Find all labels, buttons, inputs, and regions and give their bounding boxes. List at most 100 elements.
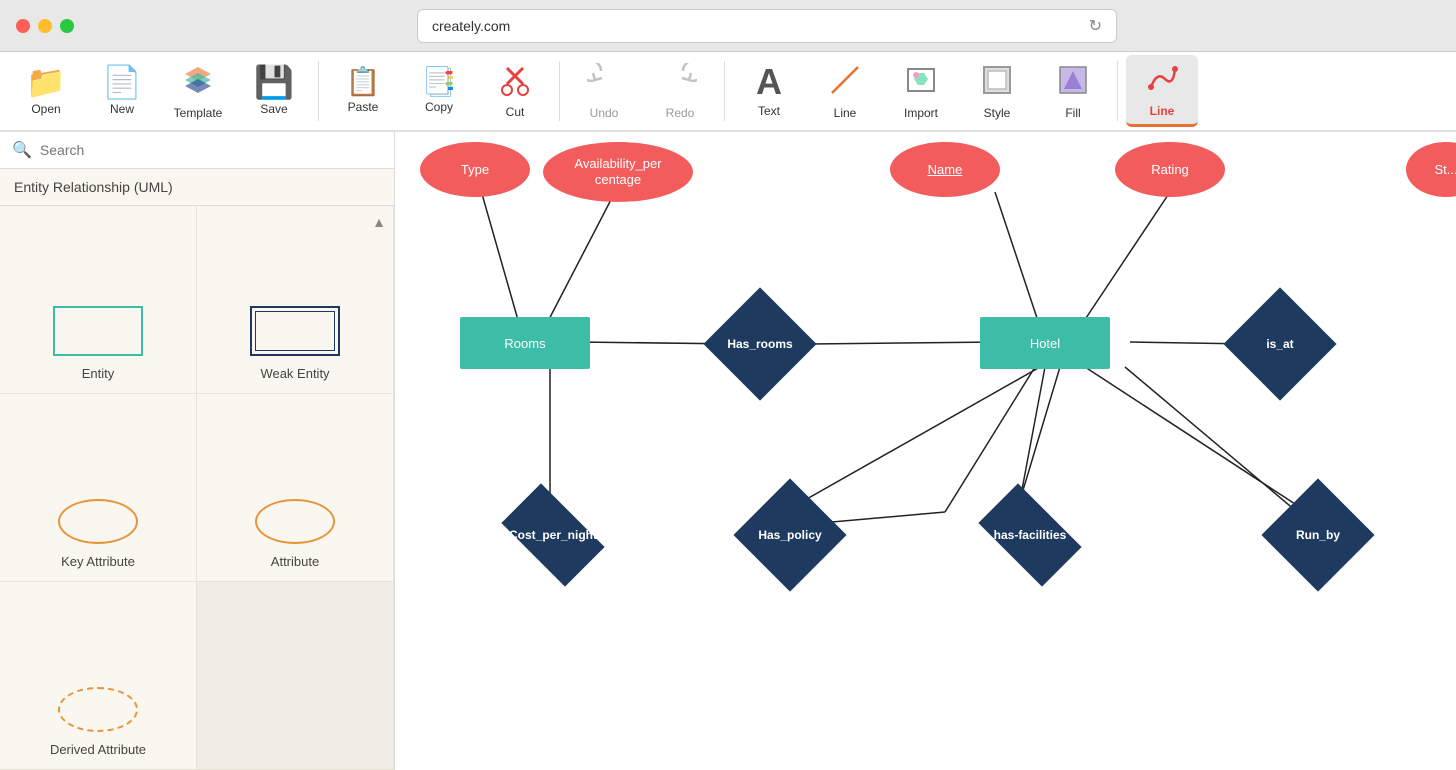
avail-node-label: Availability_percentage — [574, 156, 661, 187]
divider-2 — [559, 61, 560, 121]
window-controls — [16, 19, 74, 33]
new-button[interactable]: 📄 New — [86, 55, 158, 127]
derived-attribute-label: Derived Attribute — [50, 742, 146, 757]
line-button[interactable]: Line — [809, 55, 881, 127]
is-at-node[interactable]: is_at — [1215, 299, 1345, 389]
derived-attribute-shape[interactable]: Derived Attribute — [0, 582, 197, 770]
weak-entity-shape-icon — [250, 306, 340, 356]
text-label: Text — [758, 104, 780, 118]
text-button[interactable]: A Text — [733, 55, 805, 127]
copy-icon: 📑 — [422, 68, 457, 96]
rooms-node[interactable]: Rooms — [460, 317, 590, 369]
undo-label: Undo — [590, 106, 619, 120]
run-by-node[interactable]: Run_by — [1258, 490, 1378, 580]
style-button[interactable]: Style — [961, 55, 1033, 127]
cut-icon — [499, 64, 531, 101]
fill-button[interactable]: Fill — [1037, 55, 1109, 127]
is-at-label: is_at — [1266, 337, 1293, 351]
style-icon — [980, 63, 1014, 102]
rating-node[interactable]: Rating — [1115, 142, 1225, 197]
divider-3 — [724, 61, 725, 121]
maximize-button[interactable] — [60, 19, 74, 33]
line2-icon — [1145, 61, 1179, 100]
save-icon: 💾 — [254, 66, 294, 98]
line-label: Line — [834, 106, 857, 120]
undo-icon — [587, 63, 621, 102]
new-icon: 📄 — [102, 66, 142, 98]
search-icon: 🔍 — [12, 140, 32, 160]
has-rooms-label: Has_rooms — [727, 337, 792, 351]
template-icon — [181, 63, 215, 102]
has-fac-node[interactable]: has-facilities — [955, 490, 1105, 580]
attribute-shape[interactable]: Attribute — [197, 394, 394, 582]
type-node[interactable]: Type — [420, 142, 530, 197]
redo-button[interactable]: Redo — [644, 55, 716, 127]
attribute-label: Attribute — [271, 554, 319, 569]
derived-attribute-shape-icon — [58, 687, 138, 732]
main-area: 🔍 Entity Relationship (UML) ▲ Entity Wea… — [0, 132, 1456, 770]
star-node[interactable]: St... — [1406, 142, 1456, 197]
entity-shape[interactable]: Entity — [0, 206, 197, 394]
save-button[interactable]: 💾 Save — [238, 55, 310, 127]
refresh-icon[interactable]: ↻ — [1089, 16, 1102, 36]
template-label: Template — [174, 106, 223, 120]
rooms-node-label: Rooms — [504, 336, 545, 351]
run-by-label: Run_by — [1296, 528, 1340, 542]
line-icon — [828, 63, 862, 102]
text-icon: A — [756, 64, 782, 100]
search-input[interactable] — [40, 142, 382, 158]
rating-node-label: Rating — [1151, 162, 1189, 177]
import-button[interactable]: Import — [885, 55, 957, 127]
open-icon: 📁 — [26, 66, 66, 98]
fill-icon — [1056, 63, 1090, 102]
name-node[interactable]: Name — [890, 142, 1000, 197]
url-text: creately.com — [432, 18, 510, 34]
address-bar[interactable]: creately.com ↻ — [417, 9, 1117, 43]
scroll-up[interactable]: ▲ — [372, 214, 386, 232]
fill-label: Fill — [1065, 106, 1080, 120]
copy-button[interactable]: 📑 Copy — [403, 55, 475, 127]
new-label: New — [110, 102, 134, 116]
canvas[interactable]: Type Availability_percentage Name Rating… — [395, 132, 1456, 770]
key-attribute-label: Key Attribute — [61, 554, 135, 569]
copy-label: Copy — [425, 100, 453, 114]
paste-button[interactable]: 📋 Paste — [327, 55, 399, 127]
cut-button[interactable]: Cut — [479, 55, 551, 127]
weak-entity-label: Weak Entity — [260, 366, 329, 381]
category-label: Entity Relationship (UML) — [0, 169, 394, 206]
cost-node[interactable]: Cost_per_night — [483, 490, 623, 580]
template-button[interactable]: Template — [162, 55, 234, 127]
entity-label: Entity — [82, 366, 115, 381]
divider-4 — [1117, 61, 1118, 121]
toolbar: 📁 Open 📄 New Template 💾 Save 📋 Paste 📑 C… — [0, 52, 1456, 132]
cut-label: Cut — [506, 105, 525, 119]
line2-button[interactable]: Line — [1126, 55, 1198, 127]
search-bar: 🔍 — [0, 132, 394, 169]
paste-icon: 📋 — [346, 68, 381, 96]
open-button[interactable]: 📁 Open — [10, 55, 82, 127]
avail-node[interactable]: Availability_percentage — [543, 142, 693, 202]
titlebar: creately.com ↻ — [0, 0, 1456, 52]
line2-label: Line — [1150, 104, 1175, 118]
name-node-label: Name — [928, 162, 963, 177]
has-rooms-node[interactable]: Has_rooms — [700, 299, 820, 389]
import-label: Import — [904, 106, 938, 120]
type-node-label: Type — [461, 162, 489, 177]
weak-entity-shape[interactable]: Weak Entity — [197, 206, 394, 394]
entity-shape-icon — [53, 306, 143, 356]
star-node-label: St... — [1434, 162, 1456, 177]
key-attribute-shape[interactable]: Key Attribute — [0, 394, 197, 582]
has-policy-node[interactable]: Has_policy — [725, 490, 855, 580]
divider-1 — [318, 61, 319, 121]
close-button[interactable] — [16, 19, 30, 33]
has-fac-label: has-facilities — [994, 528, 1067, 542]
connections-svg — [395, 132, 1456, 770]
undo-button[interactable]: Undo — [568, 55, 640, 127]
minimize-button[interactable] — [38, 19, 52, 33]
hotel-node[interactable]: Hotel — [980, 317, 1110, 369]
import-icon — [904, 63, 938, 102]
open-label: Open — [31, 102, 60, 116]
save-label: Save — [260, 102, 287, 116]
empty-shape — [197, 582, 394, 770]
has-policy-label: Has_policy — [758, 528, 821, 542]
